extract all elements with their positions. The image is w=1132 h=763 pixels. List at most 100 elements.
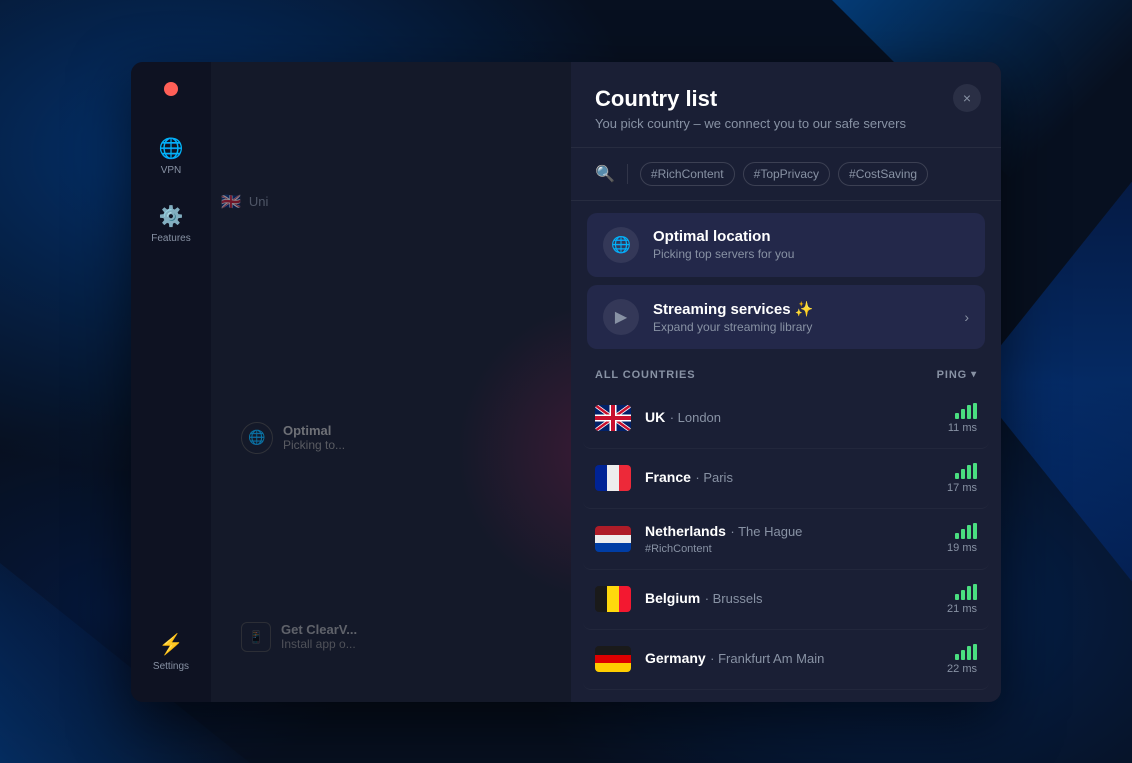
country-info-germany: Germany · Frankfurt Am Main xyxy=(645,650,933,668)
country-item-france[interactable]: France · Paris 17 ms xyxy=(583,449,989,509)
bar3 xyxy=(967,525,971,539)
panel-subtitle: You pick country – we connect you to our… xyxy=(595,116,977,131)
main-optimal-icon: 🌐 xyxy=(241,422,273,454)
special-item-optimal[interactable]: 🌐 Optimal location Picking top servers f… xyxy=(587,213,985,277)
country-info-france: France · Paris xyxy=(645,469,933,487)
special-items: 🌐 Optimal location Picking top servers f… xyxy=(571,201,1001,361)
ping-indicator-belgium: 21 ms xyxy=(947,584,977,615)
sidebar-features-label: Features xyxy=(151,233,190,244)
sidebar-item-vpn[interactable]: 🌐 VPN xyxy=(141,126,201,186)
country-item-belgium[interactable]: Belgium · Brussels 21 ms xyxy=(583,570,989,630)
ping-indicator-netherlands: 19 ms xyxy=(947,523,977,554)
ping-bars-germany xyxy=(955,644,977,660)
bar1 xyxy=(955,533,959,539)
ping-bars-netherlands xyxy=(955,523,977,539)
globe-icon: 🌐 xyxy=(159,136,184,161)
bar1 xyxy=(955,654,959,660)
bar3 xyxy=(967,646,971,660)
bar1 xyxy=(955,473,959,479)
country-name-text-belgium: Belgium xyxy=(645,590,700,606)
bar4 xyxy=(973,403,977,419)
country-name-text-france: France xyxy=(645,469,691,485)
sort-arrow-icon: ▾ xyxy=(971,369,977,380)
panel-title: Country list xyxy=(595,86,977,112)
bar1 xyxy=(955,594,959,600)
ping-bars-uk xyxy=(955,403,977,419)
settings-icon: ⚡ xyxy=(159,632,184,657)
bar2 xyxy=(961,529,965,539)
sidebar: 🌐 VPN ⚙️ Features ⚡ Settings xyxy=(131,62,211,702)
country-info-belgium: Belgium · Brussels xyxy=(645,590,933,608)
main-country-text: Uni xyxy=(249,194,269,209)
traffic-light-close[interactable] xyxy=(164,82,178,96)
country-name-germany: Germany · Frankfurt Am Main xyxy=(645,650,933,668)
streaming-arrow-icon: › xyxy=(964,309,969,325)
ping-indicator-germany: 22 ms xyxy=(947,644,977,675)
bar4 xyxy=(973,644,977,660)
bar2 xyxy=(961,409,965,419)
sidebar-item-settings[interactable]: ⚡ Settings xyxy=(141,622,201,682)
ping-bars-france xyxy=(955,463,977,479)
country-city-uk: · London xyxy=(670,410,721,425)
country-city-france: · Paris xyxy=(695,470,733,485)
streaming-title: Streaming services ✨ xyxy=(653,300,950,318)
main-install-item[interactable]: 📱 Get ClearV... Install app o... xyxy=(241,622,357,652)
close-icon: × xyxy=(963,90,971,106)
main-flag-area: 🇬🇧 Uni xyxy=(221,192,268,212)
main-optimal-item[interactable]: 🌐 Optimal Picking to... xyxy=(241,422,345,454)
flag-germany xyxy=(595,646,631,672)
ping-ms-netherlands: 19 ms xyxy=(947,542,977,554)
country-panel: Country list You pick country – we conne… xyxy=(571,62,1001,702)
tag-richcontent[interactable]: #RichContent xyxy=(640,162,735,186)
gear-icon: ⚙️ xyxy=(159,204,184,229)
bar3 xyxy=(967,586,971,600)
ping-ms-uk: 11 ms xyxy=(948,422,977,434)
flag-france xyxy=(595,465,631,491)
main-install-text-area: Get ClearV... Install app o... xyxy=(281,622,357,651)
app-window: 🌐 VPN ⚙️ Features ⚡ Settings 🇬🇧 Uni 🌐 xyxy=(131,62,1001,702)
ping-sort-button[interactable]: PING ▾ xyxy=(937,369,977,381)
optimal-subtitle: Picking top servers for you xyxy=(653,247,969,261)
tag-costsaving[interactable]: #CostSaving xyxy=(838,162,928,186)
uk-flag-small: 🇬🇧 xyxy=(221,192,241,212)
country-city-germany: · Frankfurt Am Main xyxy=(710,651,824,666)
main-optimal-title: Optimal xyxy=(283,423,345,438)
country-city-belgium: · Brussels xyxy=(705,591,763,606)
country-item-netherlands[interactable]: Netherlands · The Hague #RichContent 19 xyxy=(583,509,989,570)
bar3 xyxy=(967,465,971,479)
optimal-icon: 🌐 xyxy=(603,227,639,263)
country-name-netherlands: Netherlands · The Hague xyxy=(645,523,933,541)
country-name-belgium: Belgium · Brussels xyxy=(645,590,933,608)
country-info-uk: UK · London xyxy=(645,409,934,427)
main-optimal-text: Optimal Picking to... xyxy=(283,423,345,452)
optimal-text: Optimal location Picking top servers for… xyxy=(653,228,969,261)
country-item-spain[interactable]: Spain · Madrid xyxy=(583,690,989,702)
install-icon: 📱 xyxy=(241,622,271,652)
sidebar-bottom: ⚡ Settings xyxy=(141,622,201,682)
tag-topprivacy[interactable]: #TopPrivacy xyxy=(743,162,830,186)
close-button[interactable]: × xyxy=(953,84,981,112)
main-optimal-subtitle: Picking to... xyxy=(283,438,345,452)
flag-uk xyxy=(595,405,631,431)
flag-belgium xyxy=(595,586,631,612)
country-city-netherlands: · The Hague xyxy=(730,524,802,539)
sidebar-item-features[interactable]: ⚙️ Features xyxy=(141,194,201,254)
bar4 xyxy=(973,463,977,479)
country-item-germany[interactable]: Germany · Frankfurt Am Main 22 ms xyxy=(583,630,989,690)
country-name-france: France · Paris xyxy=(645,469,933,487)
section-label: ALL COUNTRIES xyxy=(595,369,695,381)
special-item-streaming[interactable]: ▶ Streaming services ✨ Expand your strea… xyxy=(587,285,985,349)
bar2 xyxy=(961,650,965,660)
search-divider xyxy=(627,164,628,184)
sidebar-settings-label: Settings xyxy=(153,661,189,672)
sidebar-nav: 🌐 VPN ⚙️ Features xyxy=(141,126,201,622)
country-item-uk[interactable]: UK · London 11 ms xyxy=(583,389,989,449)
bar2 xyxy=(961,590,965,600)
panel-header: Country list You pick country – we conne… xyxy=(571,62,1001,148)
main-install-title: Get ClearV... xyxy=(281,622,357,637)
country-name-text-uk: UK xyxy=(645,409,665,425)
main-content: 🇬🇧 Uni 🌐 Optimal Picking to... 📱 Get Cle… xyxy=(211,62,1001,702)
countries-list: UK · London 11 ms xyxy=(571,389,1001,702)
optimal-title: Optimal location xyxy=(653,228,969,245)
bar4 xyxy=(973,584,977,600)
